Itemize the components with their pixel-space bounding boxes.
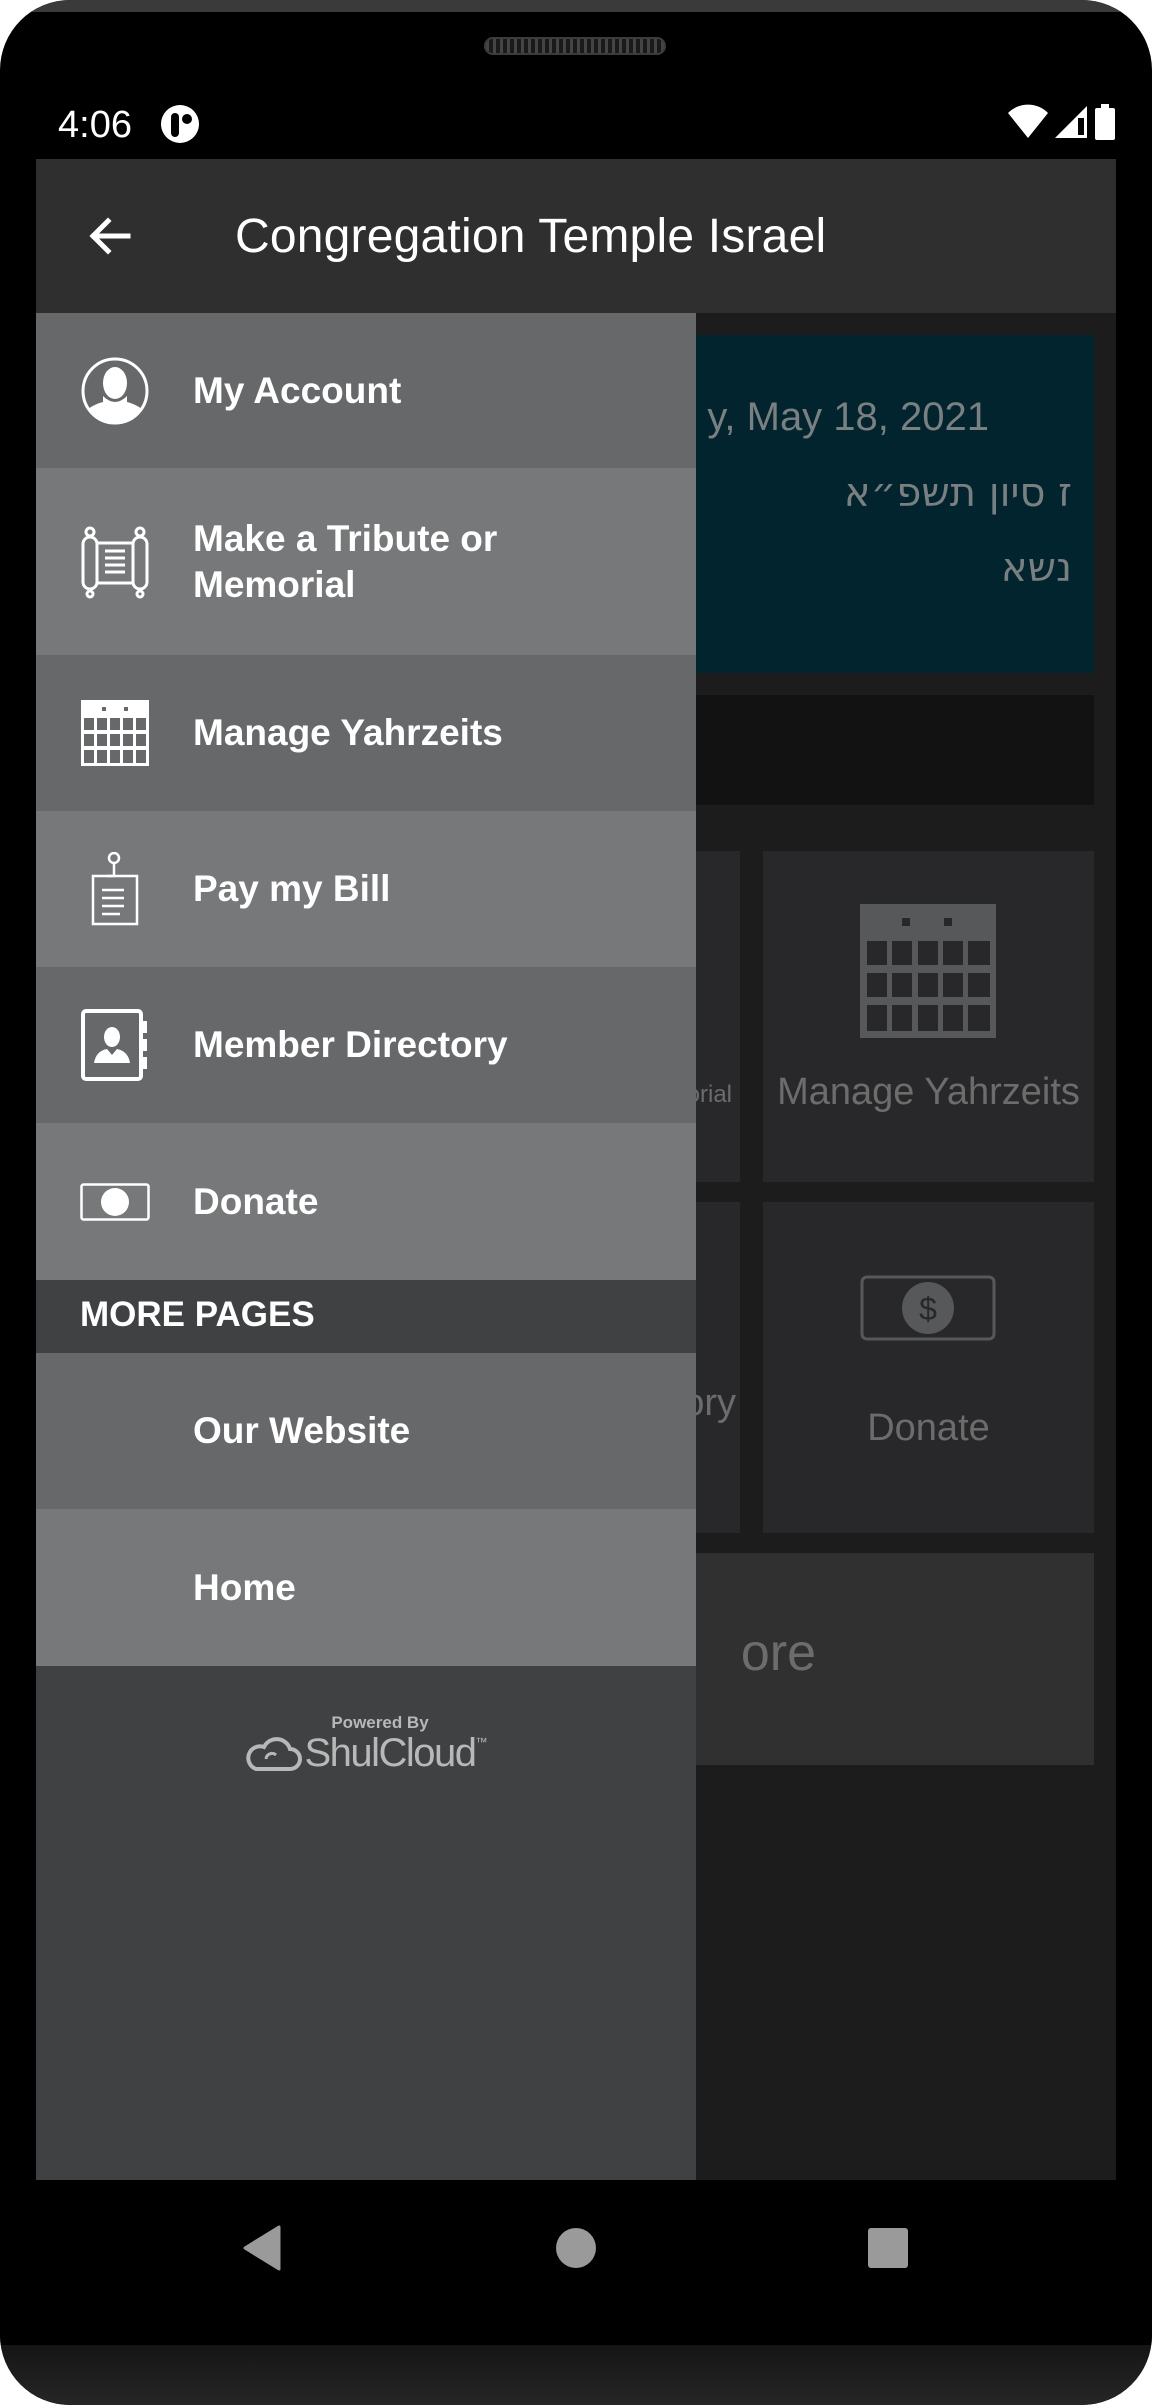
address-book-icon xyxy=(80,1009,150,1081)
drawer-item-label: Manage Yahrzeits xyxy=(193,712,503,753)
user-circle-icon xyxy=(80,356,150,426)
gregorian-date: y, May 18, 2021 xyxy=(707,395,989,439)
brand-name: ShulCloud xyxy=(304,1731,477,1775)
app-notification-icon xyxy=(161,105,199,143)
drawer-item-my-account[interactable]: My Account xyxy=(36,313,696,468)
back-button[interactable] xyxy=(84,209,138,263)
bill-icon xyxy=(80,852,150,926)
drawer-item-pay-bill[interactable]: Pay my Bill xyxy=(36,811,696,967)
tile-label: Donate xyxy=(867,1407,990,1449)
app-bar: Congregation Temple Israel xyxy=(36,159,1116,313)
phone-chin xyxy=(0,2345,1152,2405)
wifi-icon xyxy=(1008,104,1048,138)
recents-nav-icon xyxy=(868,2228,908,2268)
powered-by-text: Powered By xyxy=(331,1713,429,1732)
section-header-more-pages: MORE PAGES xyxy=(36,1280,696,1353)
drawer-item-label: Our Website xyxy=(193,1410,411,1451)
drawer-item-label: My Account xyxy=(193,369,402,411)
shulcloud-brand: ShulCloud ™ xyxy=(244,1731,488,1776)
drawer-item-label: Member Directory xyxy=(193,1024,508,1065)
home-nav-icon xyxy=(556,2228,596,2268)
drawer-item-label: Pay my Bill xyxy=(193,868,391,909)
drawer-item-label: Home xyxy=(193,1566,296,1608)
hebrew-date: ז סיון תשפ״א xyxy=(843,470,1072,516)
phone-rim xyxy=(0,0,1152,12)
signal-icon xyxy=(1055,106,1087,138)
page-title: Congregation Temple Israel xyxy=(235,210,827,263)
drawer-item-label: Donate xyxy=(193,1180,319,1222)
parsha: נשא xyxy=(1000,545,1072,591)
tile-donate[interactable]: $ Donate xyxy=(763,1202,1094,1533)
earpiece-speaker xyxy=(484,37,666,55)
cloud-icon xyxy=(246,1736,303,1771)
svg-text:$: $ xyxy=(919,1291,937,1327)
tile-manage-yahrzeits[interactable]: Manage Yahrzeits xyxy=(763,851,1094,1182)
tile-label: Manage Yahrzeits xyxy=(777,1071,1080,1113)
status-icons xyxy=(1008,104,1116,144)
drawer-item-our-website[interactable]: Our Website xyxy=(36,1353,696,1509)
phone-frame: 4:06 Congregation Temple Israel y, May 1… xyxy=(0,0,1152,2405)
dollar-bill-icon: $ xyxy=(860,1275,996,1341)
calendar-icon xyxy=(860,904,996,1038)
nav-recents-button[interactable] xyxy=(867,2227,909,2274)
powered-by-logo[interactable]: Powered By ShulCloud ™ xyxy=(36,1713,696,1778)
back-nav-icon xyxy=(243,2225,281,2271)
drawer-item-manage-yahrzeits[interactable]: Manage Yahrzeits xyxy=(36,655,696,811)
arrow-left-icon xyxy=(89,217,131,255)
drawer-item-donate[interactable]: Donate xyxy=(36,1123,696,1280)
calendar-icon xyxy=(80,698,150,768)
battery-icon xyxy=(1095,104,1115,140)
nav-home-button[interactable] xyxy=(555,2227,597,2274)
trademark: ™ xyxy=(475,1735,488,1749)
status-time: 4:06 xyxy=(58,104,132,146)
drawer-item-label: Make a Tribute or Memorial xyxy=(193,517,498,605)
system-nav-bar xyxy=(0,2180,1152,2345)
navigation-drawer: My Account Make a Tribute or Memorial Ma… xyxy=(36,313,696,2180)
cash-icon xyxy=(80,1167,150,1237)
torah-scroll-icon xyxy=(80,526,150,598)
nav-back-button[interactable] xyxy=(242,2225,282,2276)
drawer-item-tribute[interactable]: Make a Tribute or Memorial xyxy=(36,468,696,655)
section-header-label: MORE PAGES xyxy=(80,1295,315,1334)
drawer-item-member-directory[interactable]: Member Directory xyxy=(36,967,696,1123)
app-screen: Congregation Temple Israel y, May 18, 20… xyxy=(36,159,1116,2180)
drawer-item-home[interactable]: Home xyxy=(36,1509,696,1666)
status-bar: 4:06 xyxy=(36,90,1116,160)
